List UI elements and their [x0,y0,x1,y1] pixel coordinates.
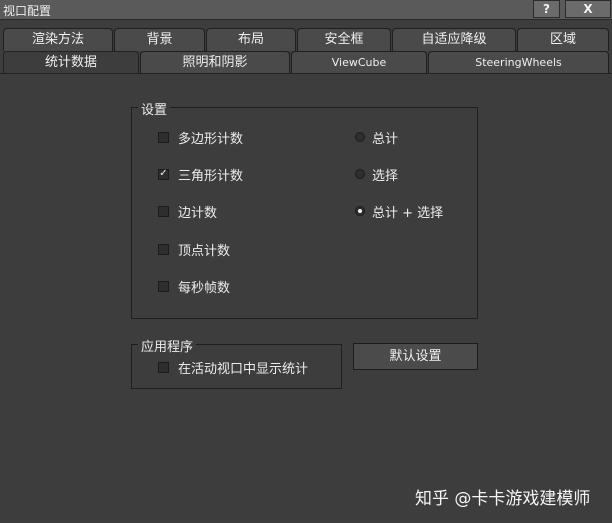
total-plus-selection-option[interactable]: 总计 + 选择 [355,202,444,221]
vertex-count-option[interactable]: 顶点计数 [158,240,231,259]
edge-count-checkbox[interactable] [158,205,169,217]
title-bar: 视口配置 ? X [0,0,612,20]
application-group: 应用程序 在活动视口中显示统计 [131,336,342,389]
total-plus-selection-radio[interactable] [355,206,365,216]
selection-label: 选择 [372,168,399,184]
triangle-count-checkbox[interactable]: ✓ [158,168,169,180]
settings-legend: 设置 [138,99,171,118]
tab-viewcube[interactable]: ViewCube [291,51,427,74]
tab-steeringwheels[interactable]: SteeringWheels [428,51,609,74]
polygon-count-checkbox[interactable] [158,131,169,143]
fps-label: 每秒帧数 [178,280,231,296]
fps-checkbox[interactable] [158,280,169,292]
tab-lighting-shadows[interactable]: 照明和阴影 [140,51,290,74]
total-label: 总计 [372,131,399,147]
tab-statistics[interactable]: 统计数据 [3,51,139,74]
settings-group: 设置 多边形计数 ✓ 三角形计数 边计数 顶点计数 每秒帧数 总计 选择 总计 … [131,99,478,319]
default-settings-button[interactable]: 默认设置 [353,343,478,370]
selection-radio[interactable] [355,169,365,179]
help-button[interactable]: ? [533,0,560,18]
show-stats-checkbox[interactable] [158,361,169,373]
fps-option[interactable]: 每秒帧数 [158,277,231,296]
watermark: 知乎 @卡卡游戏建模师 [415,489,591,509]
edge-count-option[interactable]: 边计数 [158,202,218,221]
show-stats-option[interactable]: 在活动视口中显示统计 [158,358,309,377]
tab-safe-frame[interactable]: 安全框 [297,28,391,51]
tab-regions[interactable]: 区域 [517,28,609,51]
application-legend: 应用程序 [138,336,197,355]
tab-divider [0,73,612,74]
total-radio[interactable] [355,132,365,142]
total-plus-selection-label: 总计 + 选择 [372,205,444,221]
edge-count-label: 边计数 [178,205,218,221]
show-stats-label: 在活动视口中显示统计 [178,361,309,377]
tab-background[interactable]: 背景 [114,28,205,51]
polygon-count-option[interactable]: 多边形计数 [158,128,244,147]
total-option[interactable]: 总计 [355,128,399,147]
vertex-count-checkbox[interactable] [158,243,169,255]
vertex-count-label: 顶点计数 [178,243,231,259]
tab-adaptive-degradation[interactable]: 自适应降级 [392,28,516,51]
close-button[interactable]: X [565,0,611,18]
tab-layout[interactable]: 布局 [206,28,296,51]
triangle-count-label: 三角形计数 [178,168,244,184]
selection-option[interactable]: 选择 [355,165,399,184]
tab-render-method[interactable]: 渲染方法 [3,28,113,51]
window-title: 视口配置 [3,4,52,18]
polygon-count-label: 多边形计数 [178,131,244,147]
triangle-count-option[interactable]: ✓ 三角形计数 [158,165,244,184]
